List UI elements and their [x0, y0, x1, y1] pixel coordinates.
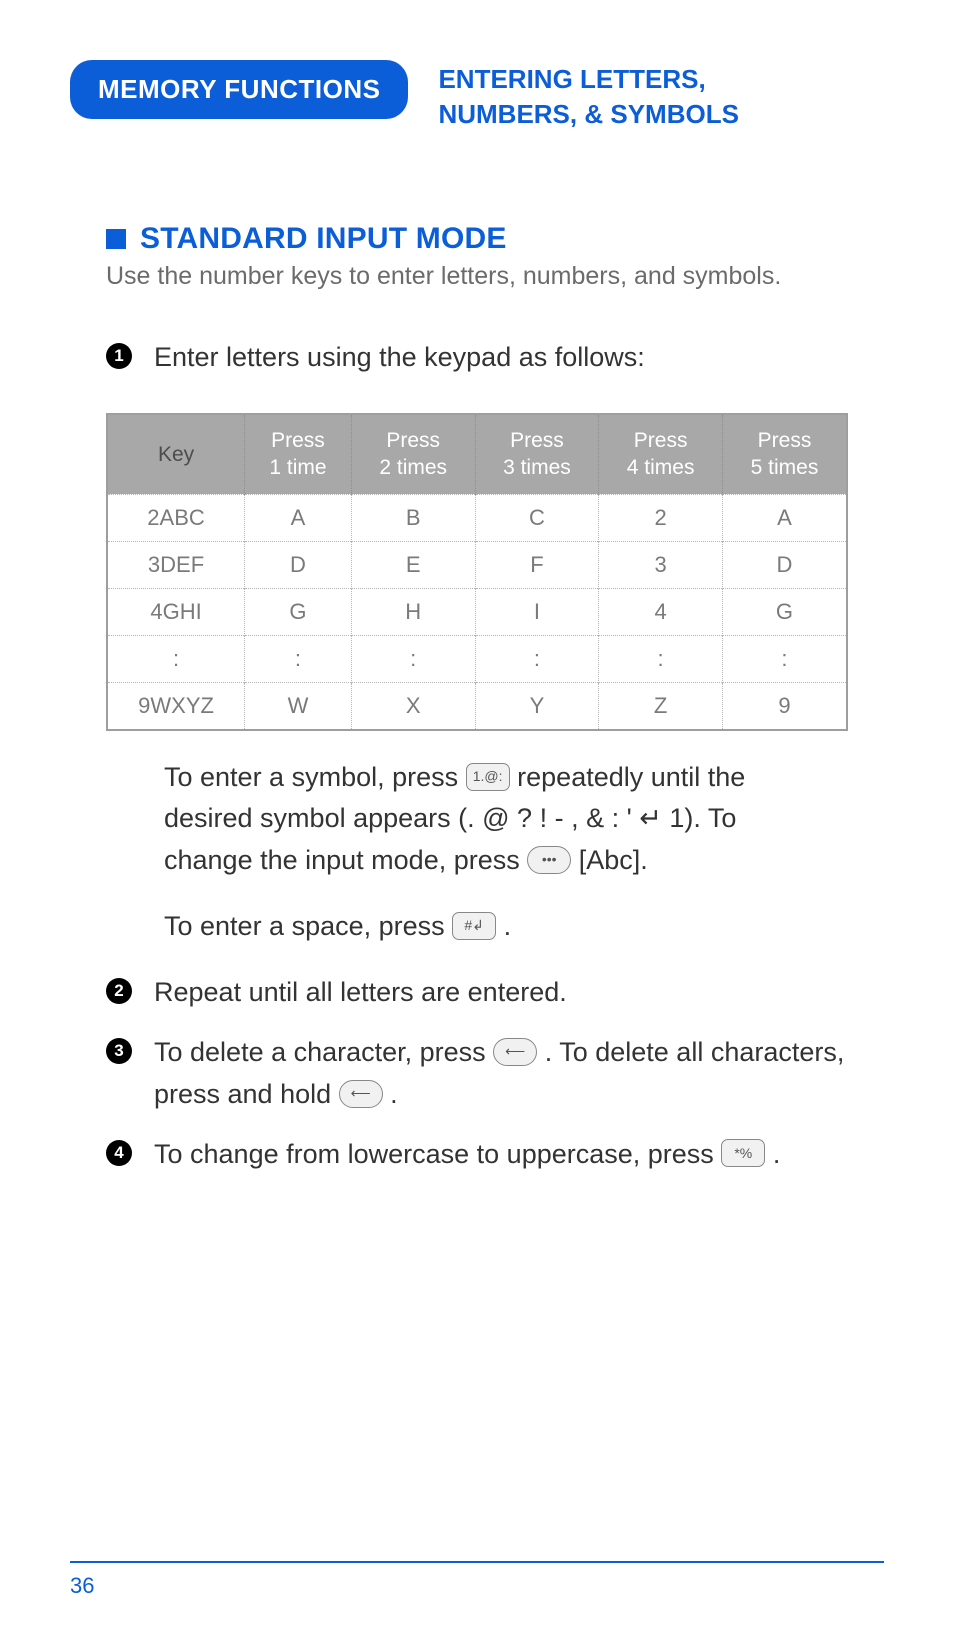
cell: C: [475, 494, 599, 541]
table-header-row: Key Press1 time Press2 times Press3 time…: [107, 414, 847, 494]
cell: D: [722, 541, 847, 588]
page-footer: 36: [70, 1561, 884, 1599]
text: To enter a symbol, press: [164, 762, 466, 792]
hash-key-icon: #↲: [452, 912, 496, 940]
square-bullet-icon: [106, 229, 126, 249]
text: To change from lowercase to uppercase, p…: [154, 1139, 721, 1169]
text: .: [773, 1139, 781, 1169]
table-row: 4GHI G H I 4 G: [107, 588, 847, 635]
text: .: [390, 1079, 398, 1109]
cell: G: [245, 588, 352, 635]
cell: H: [351, 588, 475, 635]
symbol-instruction: To enter a symbol, press 1.@: repeatedly…: [164, 757, 824, 883]
section-heading: STANDARD INPUT MODE: [106, 222, 884, 256]
cell: :: [245, 635, 352, 682]
back-key-icon: ⟵: [339, 1080, 383, 1108]
page-number: 36: [70, 1573, 94, 1598]
table-row: : : : : : :: [107, 635, 847, 682]
cell: 9WXYZ: [107, 682, 245, 730]
keypad-table: Key Press1 time Press2 times Press3 time…: [106, 413, 848, 731]
step-4: 4 To change from lowercase to uppercase,…: [106, 1134, 884, 1176]
cell: Z: [599, 682, 723, 730]
soft-key-icon: •••: [527, 846, 571, 874]
cell: X: [351, 682, 475, 730]
title-line-1: ENTERING LETTERS,: [438, 64, 705, 94]
cell: B: [351, 494, 475, 541]
step-1: 1 Enter letters using the keypad as foll…: [106, 337, 884, 379]
page-header: MEMORY FUNCTIONS ENTERING LETTERS, NUMBE…: [70, 60, 884, 132]
section-subtext: Use the number keys to enter letters, nu…: [106, 262, 884, 291]
cell: G: [722, 588, 847, 635]
text: [Abc].: [579, 845, 648, 875]
col-press-5: Press5 times: [722, 414, 847, 494]
text: To enter a space, press: [164, 911, 452, 941]
cell: I: [475, 588, 599, 635]
cell: 2: [599, 494, 723, 541]
step-4-text: To change from lowercase to uppercase, p…: [154, 1134, 780, 1176]
back-key-icon: ⟵: [493, 1038, 537, 1066]
table-row: 2ABC A B C 2 A: [107, 494, 847, 541]
step-3: 3 To delete a character, press ⟵ . To de…: [106, 1032, 884, 1116]
cell: 3DEF: [107, 541, 245, 588]
col-press-3: Press3 times: [475, 414, 599, 494]
text: To delete a character, press: [154, 1037, 493, 1067]
cell: 2ABC: [107, 494, 245, 541]
cell: 4: [599, 588, 723, 635]
table-row: 9WXYZ W X Y Z 9: [107, 682, 847, 730]
cell: :: [599, 635, 723, 682]
cell: Y: [475, 682, 599, 730]
cell: 4GHI: [107, 588, 245, 635]
col-press-4: Press4 times: [599, 414, 723, 494]
step-number-2-icon: 2: [106, 978, 132, 1004]
cell: D: [245, 541, 352, 588]
col-key: Key: [107, 414, 245, 494]
cell: A: [722, 494, 847, 541]
cell: 9: [722, 682, 847, 730]
page-title: ENTERING LETTERS, NUMBERS, & SYMBOLS: [438, 60, 738, 132]
col-press-2: Press2 times: [351, 414, 475, 494]
step-2-text: Repeat until all letters are entered.: [154, 972, 567, 1014]
cell: F: [475, 541, 599, 588]
step-number-1-icon: 1: [106, 343, 132, 369]
step-1-text: Enter letters using the keypad as follow…: [154, 337, 645, 379]
table-row: 3DEF D E F 3 D: [107, 541, 847, 588]
cell: :: [351, 635, 475, 682]
one-key-icon: 1.@:: [466, 763, 510, 791]
cell: W: [245, 682, 352, 730]
step-number-3-icon: 3: [106, 1038, 132, 1064]
section-heading-text: STANDARD INPUT MODE: [140, 222, 507, 256]
cell: 3: [599, 541, 723, 588]
text: .: [504, 911, 512, 941]
step-3-text: To delete a character, press ⟵ . To dele…: [154, 1032, 884, 1116]
cell: :: [475, 635, 599, 682]
cell: :: [722, 635, 847, 682]
cell: A: [245, 494, 352, 541]
title-line-2: NUMBERS, & SYMBOLS: [438, 99, 738, 129]
star-key-icon: *%: [721, 1139, 765, 1167]
section-tab: MEMORY FUNCTIONS: [70, 60, 408, 119]
step-number-4-icon: 4: [106, 1140, 132, 1166]
step-2: 2 Repeat until all letters are entered.: [106, 972, 884, 1014]
cell: :: [107, 635, 245, 682]
col-press-1: Press1 time: [245, 414, 352, 494]
space-instruction: To enter a space, press #↲ .: [164, 906, 824, 948]
cell: E: [351, 541, 475, 588]
